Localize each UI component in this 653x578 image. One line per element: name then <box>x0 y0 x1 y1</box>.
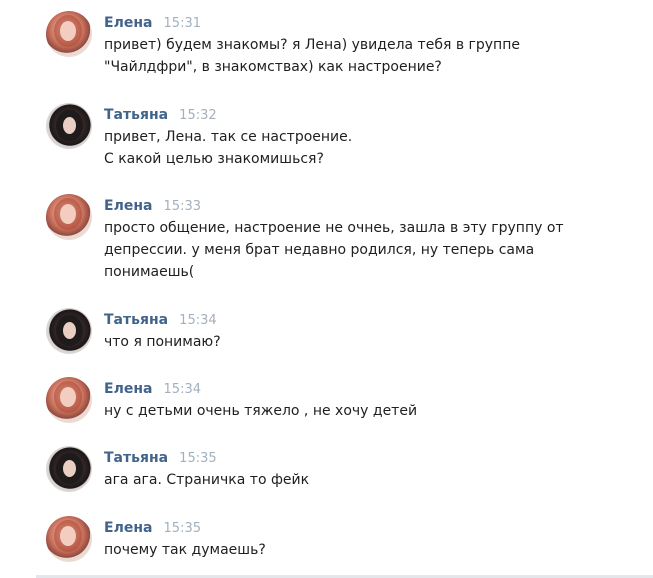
avatar-photo <box>63 460 76 477</box>
author-name[interactable]: Татьяна <box>104 450 168 466</box>
message-time[interactable]: 15:33 <box>164 199 201 214</box>
message-header: Татьяна 15:32 <box>104 105 217 123</box>
avatar-photo <box>60 204 76 224</box>
message-line: депрессии. у меня брат недавно родился, … <box>104 242 535 258</box>
message-header: Елена 15:35 <box>104 518 201 536</box>
avatar-photo <box>60 387 76 407</box>
avatar[interactable] <box>46 308 92 354</box>
message-header: Татьяна 15:35 <box>104 448 217 466</box>
chat-history: Елена 15:31 привет) будем знакомы? я Лен… <box>0 0 653 578</box>
avatar[interactable] <box>46 446 92 492</box>
message-time[interactable]: 15:34 <box>164 382 201 397</box>
avatar[interactable] <box>46 103 92 149</box>
message-text: просто общение, настроение не очнеь, заш… <box>104 217 564 283</box>
message-text: привет, Лена. так се настроение. С какой… <box>104 126 564 170</box>
message-header: Татьяна 15:34 <box>104 310 217 328</box>
avatar-photo <box>60 21 76 41</box>
avatar-photo <box>63 322 76 339</box>
message-text: почему так думаешь? <box>104 539 564 561</box>
author-name[interactable]: Елена <box>104 381 152 397</box>
message-time[interactable]: 15:34 <box>179 313 216 328</box>
message-header: Елена 15:33 <box>104 196 201 214</box>
author-name[interactable]: Татьяна <box>104 312 168 328</box>
message-text: что я понимаю? <box>104 331 564 353</box>
message-text: ага ага. Страничка то фейк <box>104 469 564 491</box>
message-line: "Чайлдфри", в знакомствах) как настроени… <box>104 59 442 75</box>
message-time[interactable]: 15:35 <box>179 451 216 466</box>
avatar-photo <box>63 117 76 134</box>
message-time[interactable]: 15:32 <box>179 108 216 123</box>
avatar[interactable] <box>46 194 92 240</box>
avatar[interactable] <box>46 377 92 423</box>
author-name[interactable]: Елена <box>104 15 152 31</box>
message-line: понимаешь( <box>104 264 195 280</box>
author-name[interactable]: Елена <box>104 198 152 214</box>
author-name[interactable]: Татьяна <box>104 107 168 123</box>
message-line: ну с детьми очень тяжело , не хочу детей <box>104 403 418 419</box>
message-header: Елена 15:34 <box>104 379 201 397</box>
message-time[interactable]: 15:35 <box>164 521 201 536</box>
message-line: привет) будем знакомы? я Лена) увидела т… <box>104 37 520 53</box>
message-line: почему так думаешь? <box>104 542 266 558</box>
message-line: что я понимаю? <box>104 334 221 350</box>
author-name[interactable]: Елена <box>104 520 152 536</box>
avatar[interactable] <box>46 516 92 562</box>
message-text: ну с детьми очень тяжело , не хочу детей <box>104 400 564 422</box>
message-line: просто общение, настроение не очнеь, заш… <box>104 220 564 236</box>
avatar-photo <box>60 526 76 546</box>
message-header: Елена 15:31 <box>104 13 201 31</box>
message-line: ага ага. Страничка то фейк <box>104 472 310 488</box>
message-line: привет, Лена. так се настроение. <box>104 129 353 145</box>
message-line: С какой целью знакомишься? <box>104 151 324 167</box>
message-time[interactable]: 15:31 <box>164 16 201 31</box>
message-text: привет) будем знакомы? я Лена) увидела т… <box>104 34 564 78</box>
avatar[interactable] <box>46 11 92 57</box>
